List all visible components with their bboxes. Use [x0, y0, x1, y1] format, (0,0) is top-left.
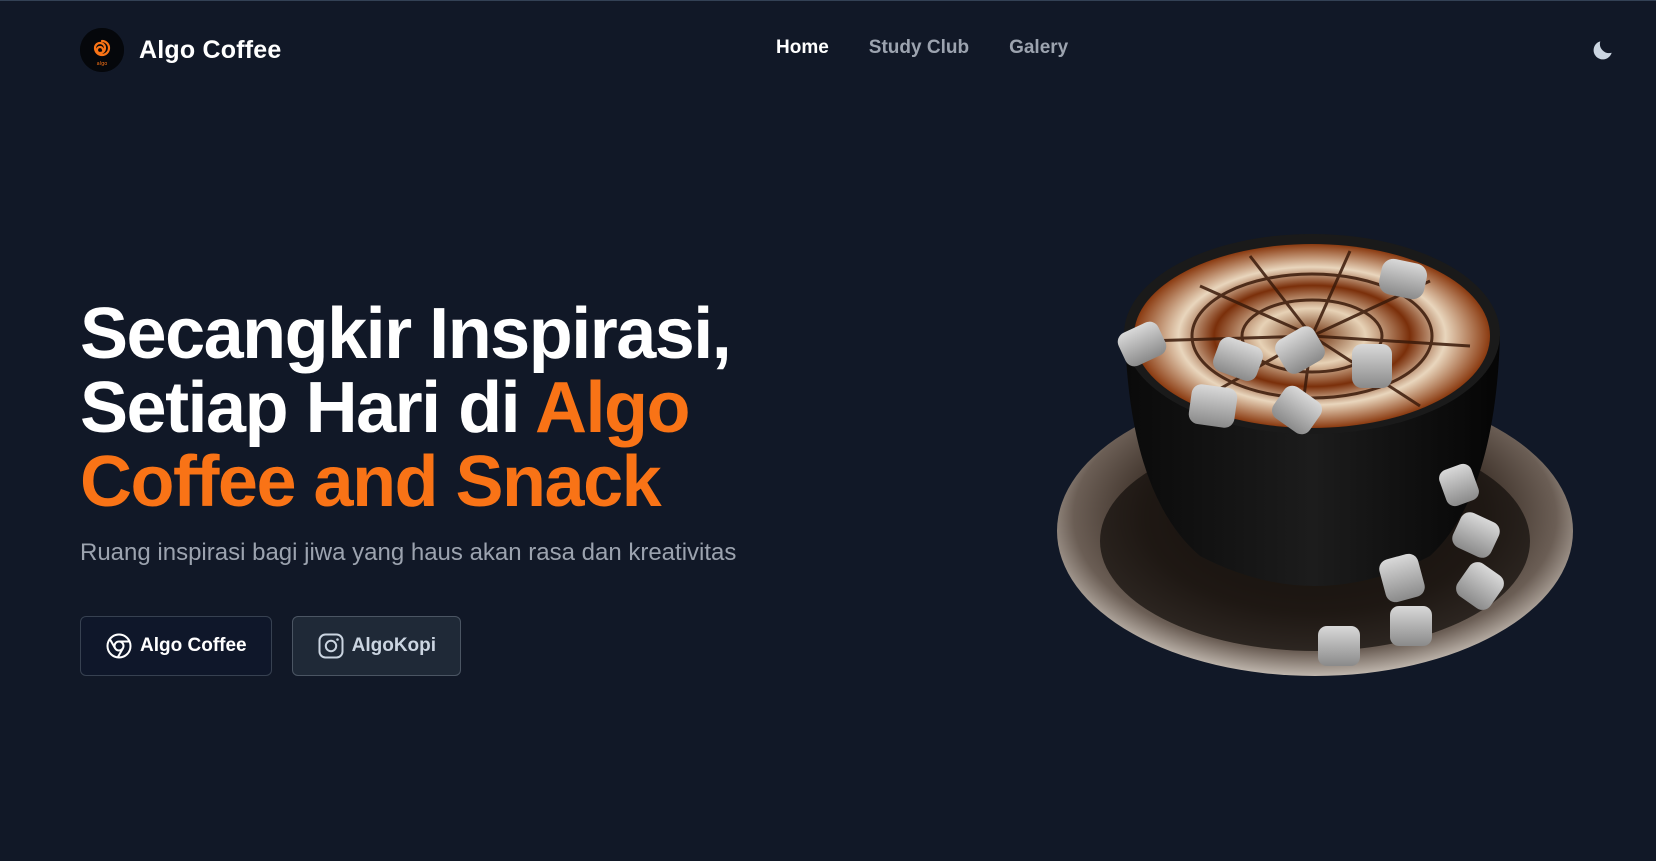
main-nav: Home Study Club Galery: [776, 37, 1068, 59]
spiral-logo-icon: algo: [80, 28, 124, 72]
nav-study-club[interactable]: Study Club: [869, 37, 969, 59]
moon-icon: [1593, 41, 1612, 60]
hero-title-line2: Setiap Hari di: [80, 368, 535, 448]
algo-coffee-button[interactable]: Algo Coffee: [80, 616, 272, 676]
hero-section: Secangkir Inspirasi, Setiap Hari di Algo…: [80, 297, 860, 567]
hero-title-accent-1: Algo: [534, 368, 690, 448]
algokopi-button[interactable]: AlgoKopi: [291, 616, 462, 676]
instagram-icon: [318, 633, 344, 659]
brand[interactable]: algo Algo Coffee: [80, 28, 281, 72]
algokopi-button-label: AlgoKopi: [351, 635, 437, 656]
coffee-cup-image: [1050, 226, 1580, 726]
svg-text:algo: algo: [97, 61, 108, 67]
coffee-cup-illustration: [1057, 234, 1573, 676]
hero-title-line1: Secangkir Inspirasi,: [80, 294, 732, 374]
hero-title: Secangkir Inspirasi, Setiap Hari di Algo…: [80, 297, 860, 519]
hero-buttons: Algo Coffee AlgoKopi: [80, 616, 462, 676]
hero-subtitle: Ruang inspirasi bagi jiwa yang haus akan…: [80, 539, 737, 566]
theme-toggle-button[interactable]: [1590, 37, 1616, 63]
chrome-icon: [106, 633, 132, 659]
nav-home[interactable]: Home: [776, 37, 829, 59]
page: algo Algo Coffee Home Study Club Galery …: [0, 0, 1656, 861]
brand-name: Algo Coffee: [139, 35, 282, 64]
nav-galery[interactable]: Galery: [1009, 37, 1068, 59]
top-navbar: algo Algo Coffee Home Study Club Galery: [0, 1, 1656, 101]
algo-coffee-button-label: Algo Coffee: [140, 635, 247, 656]
brand-logo: algo: [80, 28, 124, 72]
hero-title-accent-2: Coffee and Snack: [80, 442, 662, 522]
